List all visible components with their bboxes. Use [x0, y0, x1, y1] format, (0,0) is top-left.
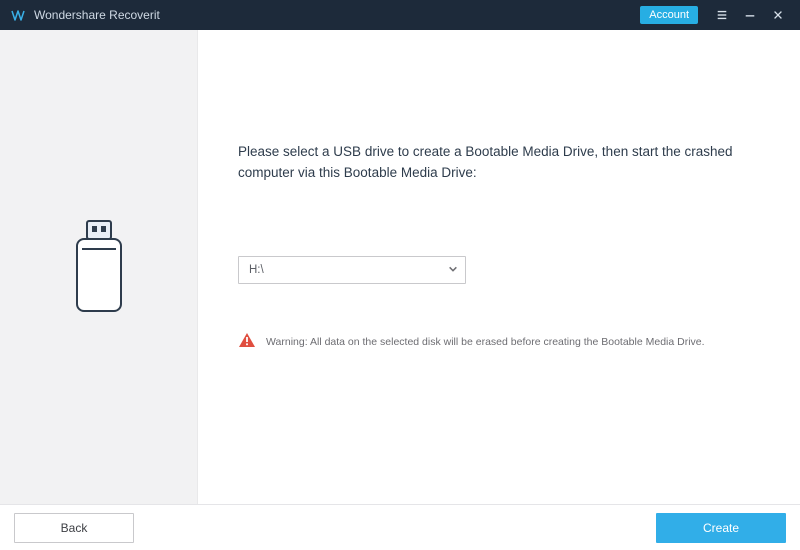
footer: Back Create	[0, 504, 800, 550]
minimize-button[interactable]	[736, 4, 764, 26]
app-logo-icon	[10, 7, 26, 23]
warning-row: Warning: All data on the selected disk w…	[238, 332, 754, 353]
main-panel: Please select a USB drive to create a Bo…	[198, 30, 800, 504]
app-title: Wondershare Recoverit	[34, 8, 160, 22]
sidebar	[0, 30, 198, 504]
hamburger-icon	[716, 9, 728, 21]
content-area: Please select a USB drive to create a Bo…	[0, 30, 800, 504]
back-button[interactable]: Back	[14, 513, 134, 543]
warning-icon	[238, 332, 256, 353]
drive-select-wrap	[238, 256, 466, 284]
close-icon	[772, 9, 784, 21]
close-button[interactable]	[764, 4, 792, 26]
menu-button[interactable]	[708, 4, 736, 26]
usb-drive-icon	[67, 217, 131, 317]
minimize-icon	[744, 9, 756, 21]
create-button[interactable]: Create	[656, 513, 786, 543]
titlebar: Wondershare Recoverit Account	[0, 0, 800, 30]
warning-text: Warning: All data on the selected disk w…	[266, 336, 705, 348]
drive-select[interactable]	[238, 256, 466, 284]
account-button[interactable]: Account	[640, 6, 698, 24]
instruction-text: Please select a USB drive to create a Bo…	[238, 142, 754, 184]
